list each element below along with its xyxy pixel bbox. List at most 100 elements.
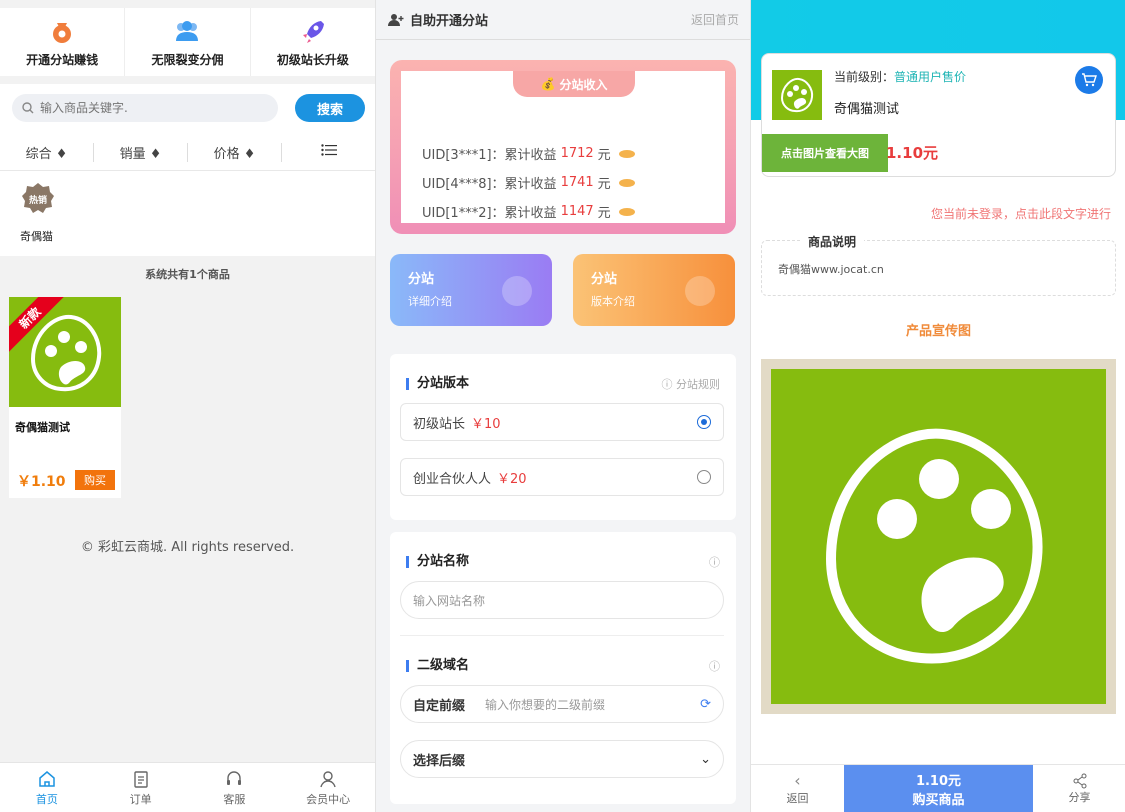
option-price: ￥10 xyxy=(471,416,501,432)
version-intro-button[interactable]: 分站 版本介绍 xyxy=(573,254,735,326)
radio-unselected[interactable] xyxy=(697,470,711,484)
product-image[interactable]: 新款 xyxy=(9,297,121,407)
back-label: 返回 xyxy=(786,792,809,805)
site-info-section: 分站名称 ⓘ 输入网站名称 二级域名 ⓘ 自定前缀 输入你想要的二级前缀 ⟳ 选… xyxy=(390,532,736,804)
income-value: 1741 xyxy=(560,175,594,190)
nav-service-label: 客服 xyxy=(223,792,246,806)
site-name-field[interactable]: 输入网站名称 xyxy=(400,581,724,619)
product-count: 系统共有1个商品 xyxy=(145,268,230,281)
sort-bar: 综合 ♦ 销量 ♦ 价格 ♦ xyxy=(0,140,375,164)
user-icon xyxy=(320,770,336,787)
sort-price[interactable]: 价格 ♦ xyxy=(188,142,282,162)
income-tab-label: 分站收入 xyxy=(559,77,608,92)
site-name-title: 分站名称 xyxy=(406,555,469,568)
income-value: 1712 xyxy=(560,146,594,161)
description-content: 奇偶猫www.jocat.cn xyxy=(778,263,884,276)
buy-product-button[interactable]: 1.10元 购买商品 xyxy=(844,765,1033,812)
product-thumbnail[interactable] xyxy=(772,70,822,120)
open-substation-link[interactable]: 开通分站赚钱 xyxy=(0,8,126,76)
hot-category-item[interactable]: 热销 xyxy=(20,181,56,217)
sort-sales[interactable]: 销量 ♦ xyxy=(94,142,188,162)
nav-home[interactable]: 首页 xyxy=(0,763,94,812)
hot-sale-icon: 热销 xyxy=(22,183,54,213)
prefix-placeholder: 输入你想要的二级前缀 xyxy=(485,697,606,712)
income-uid: UID[4***8]： xyxy=(422,177,505,192)
refresh-icon[interactable]: ⟳ xyxy=(700,697,711,712)
search-button[interactable]: 搜索 xyxy=(295,94,365,122)
add-user-icon xyxy=(388,13,404,26)
product-summary-card: 当前级别：普通用户售价 奇偶猫测试 点击图片查看大图 1.10元 xyxy=(761,53,1116,177)
subdomain-prefix-field[interactable]: 自定前缀 输入你想要的二级前缀 ⟳ xyxy=(400,685,724,723)
product-detail-panel: 当前级别：普通用户售价 奇偶猫测试 点击图片查看大图 1.10元 您当前未登录，… xyxy=(750,0,1125,812)
share-icon xyxy=(1073,773,1086,788)
paw-logo-icon xyxy=(825,428,1043,664)
cart-button[interactable] xyxy=(1075,66,1103,94)
option-price: ￥20 xyxy=(497,471,527,487)
substation-rules-link[interactable]: ⓘ 分站规则 xyxy=(662,376,721,392)
detail-product-name: 奇偶猫测试 xyxy=(834,102,900,117)
gold-ingot-icon xyxy=(618,178,635,187)
income-label: 累计收益 xyxy=(504,177,557,192)
radio-selected[interactable] xyxy=(697,415,711,429)
income-unit: 元 xyxy=(597,177,611,192)
paw-logo-icon xyxy=(780,77,814,113)
income-uid: UID[1***2]： xyxy=(422,206,505,221)
income-label: 累计收益 xyxy=(504,206,557,221)
chevron-down-icon: ⌄ xyxy=(700,751,711,767)
nav-member-label: 会员中心 xyxy=(306,792,351,806)
help-icon[interactable]: ⓘ xyxy=(709,658,720,674)
upgrade-station-link[interactable]: 初级站长升级 xyxy=(251,8,375,76)
open-substation-panel: 自助开通分站 返回首页 💰 分站收入 UID[3***1]： 累计收益 1712 … xyxy=(375,0,750,812)
fission-commission-link[interactable]: 无限裂变分佣 xyxy=(125,8,251,76)
version-option-partner[interactable]: 创业合伙人人 ￥20 xyxy=(400,458,724,496)
view-large-image-button[interactable]: 点击图片查看大图 xyxy=(762,134,888,172)
version-option-basic[interactable]: 初级站长 ￥10 xyxy=(400,403,724,441)
help-icon[interactable]: ⓘ xyxy=(709,554,720,570)
back-button[interactable]: ‹ 返回 xyxy=(751,765,844,812)
rocket-icon xyxy=(302,20,324,43)
list-icon xyxy=(320,144,337,156)
upgrade-station-label: 初级站长升级 xyxy=(276,52,349,67)
income-label: 累计收益 xyxy=(504,148,557,163)
back-home-link[interactable]: 返回首页 xyxy=(691,11,739,28)
home-icon xyxy=(39,770,55,787)
headset-icon xyxy=(227,770,242,785)
info-icon xyxy=(685,276,715,306)
suffix-select[interactable]: 选择后缀 ⌄ xyxy=(400,740,724,778)
cart-icon xyxy=(1082,73,1097,87)
sort-overall[interactable]: 综合 ♦ xyxy=(0,142,94,162)
page-header: 自助开通分站 返回首页 xyxy=(376,0,750,40)
gold-ingot-icon xyxy=(618,207,635,216)
list-view-toggle[interactable] xyxy=(282,144,375,160)
money-bag-icon xyxy=(53,22,72,43)
level-label: 当前级别： xyxy=(834,70,895,84)
nav-home-label: 首页 xyxy=(35,792,58,806)
search-section: 搜索 综合 ♦ 销量 ♦ 价格 ♦ xyxy=(0,84,375,170)
income-tab: 💰 分站收入 xyxy=(513,71,635,97)
hot-badge-text: 热销 xyxy=(29,194,47,206)
product-card[interactable]: 新款 奇偶猫测试 ￥1.10 购买 xyxy=(9,297,121,498)
search-box xyxy=(12,94,278,122)
gold-ingot-icon xyxy=(618,149,635,158)
hot-category-label: 奇偶猫 xyxy=(20,230,53,243)
bottom-nav: 首页 订单 客服 会员中心 xyxy=(0,762,375,812)
buy-button[interactable]: 购买 xyxy=(75,470,115,490)
share-button[interactable]: 分享 xyxy=(1033,765,1125,812)
nav-orders[interactable]: 订单 xyxy=(94,763,188,812)
login-tip-link[interactable]: 您当前未登录，点击此段文字进行 xyxy=(931,205,1111,222)
suffix-label: 选择后缀 xyxy=(413,753,466,769)
nav-member[interactable]: 会员中心 xyxy=(281,763,375,812)
promo-image[interactable] xyxy=(761,359,1116,714)
substation-detail-button[interactable]: 分站 详细介绍 xyxy=(390,254,552,326)
search-input[interactable] xyxy=(40,101,240,115)
site-name-placeholder: 输入网站名称 xyxy=(413,593,486,608)
nav-service[interactable]: 客服 xyxy=(188,763,282,812)
version-section: 分站版本 ⓘ 分站规则 初级站长 ￥10 创业合伙人人 ￥20 xyxy=(390,354,736,520)
detail-price: 1.10元 xyxy=(886,144,939,162)
orders-icon xyxy=(133,770,148,788)
open-substation-label: 开通分站赚钱 xyxy=(26,52,99,67)
income-unit: 元 xyxy=(597,206,611,221)
prefix-label: 自定前缀 xyxy=(413,698,466,714)
buy-price: 1.10元 xyxy=(915,773,962,789)
users-icon xyxy=(176,20,199,41)
